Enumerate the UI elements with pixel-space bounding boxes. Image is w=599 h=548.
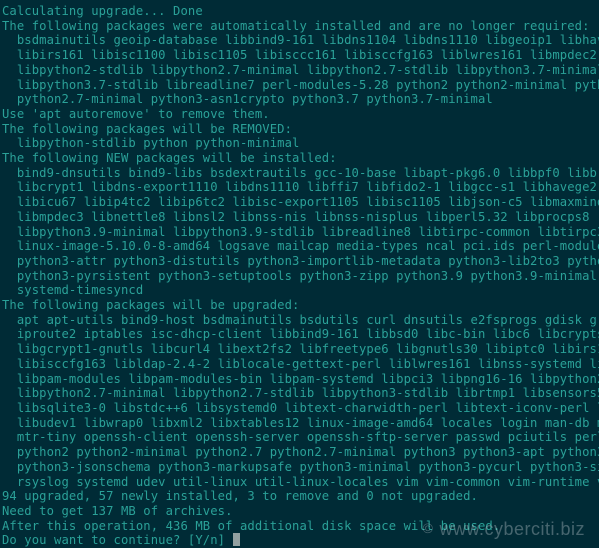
terminal-line: libpython2-stdlib libpython2.7-minimal l…	[2, 63, 599, 77]
terminal-line: libpython-stdlib python python-minimal	[2, 136, 300, 150]
terminal-line: The following packages will be upgraded:	[2, 298, 300, 312]
terminal-line: systemd-timesyncd	[2, 283, 143, 297]
terminal-line: bsdmainutils geoip-database libbind9-161…	[2, 33, 599, 47]
terminal-line: libpam-modules libpam-modules-bin libpam…	[2, 372, 599, 386]
terminal-line: The following packages will be REMOVED:	[2, 122, 292, 136]
terminal-line: bind9-dnsutils bind9-libs bsdextrautils …	[2, 166, 599, 180]
terminal-line: After this operation, 436 MB of addition…	[2, 519, 500, 533]
terminal-line: libcrypt1 libdns-export1110 libdns1110 l…	[2, 180, 599, 194]
terminal-line: libpython3.9-minimal libpython3.9-stdlib…	[2, 225, 599, 239]
terminal-line: Calculating upgrade... Done	[2, 4, 203, 18]
terminal-line: python3-jsonschema python3-markupsafe py…	[2, 460, 599, 474]
terminal-output: Calculating upgrade... Done The followin…	[0, 0, 599, 548]
terminal-line: The following packages were automaticall…	[2, 19, 590, 33]
terminal-line: libicu67 libip4tc2 libip6tc2 libisc-expo…	[2, 195, 599, 209]
terminal-line: libgcrypt1-gnutls libcurl4 libext2fs2 li…	[2, 342, 599, 356]
terminal-line: apt apt-utils bind9-host bsdmainutils bs…	[2, 313, 599, 327]
terminal-line: linux-image-5.10.0-8-amd64 logsave mailc…	[2, 239, 599, 253]
terminal-line: libisccfg163 libldap-2.4-2 liblocale-get…	[2, 357, 599, 371]
terminal-line: python2 python2-minimal python2.7 python…	[2, 445, 599, 459]
terminal-line: python2.7-minimal python3-asn1crypto pyt…	[2, 92, 493, 106]
terminal-line: python3-attr python3-distutils python3-i…	[2, 254, 599, 268]
terminal-line: libpython2.7-minimal libpython2.7-stdlib…	[2, 386, 599, 400]
terminal-line: python3-pyrsistent python3-setuptools py…	[2, 269, 599, 283]
terminal-line: rsyslog systemd udev util-linux util-lin…	[2, 475, 599, 489]
terminal-line: libsqlite3-0 libstdc++6 libsystemd0 libt…	[2, 401, 599, 415]
terminal-line: Use 'apt autoremove' to remove them.	[2, 107, 270, 121]
terminal-line: The following NEW packages will be insta…	[2, 151, 337, 165]
cursor[interactable]	[233, 533, 240, 546]
terminal-line: libudev1 libwrap0 libxml2 libxtables12 l…	[2, 416, 599, 430]
terminal-line: 94 upgraded, 57 newly installed, 3 to re…	[2, 489, 478, 503]
terminal-line: mtr-tiny openssh-client openssh-server o…	[2, 430, 599, 444]
terminal-line: iproute2 iptables isc-dhcp-client libbin…	[2, 327, 599, 341]
terminal-line: libpython3.7-stdlib libreadline7 perl-mo…	[2, 78, 599, 92]
terminal-line: libirs161 libisc1100 libisc1105 libisccc…	[2, 48, 599, 62]
terminal-line: Need to get 137 MB of archives.	[2, 504, 233, 518]
terminal-line: libmpdec3 libnettle8 libnsl2 libnss-nis …	[2, 210, 590, 224]
terminal-line: Do you want to continue? [Y/n]	[2, 533, 233, 547]
